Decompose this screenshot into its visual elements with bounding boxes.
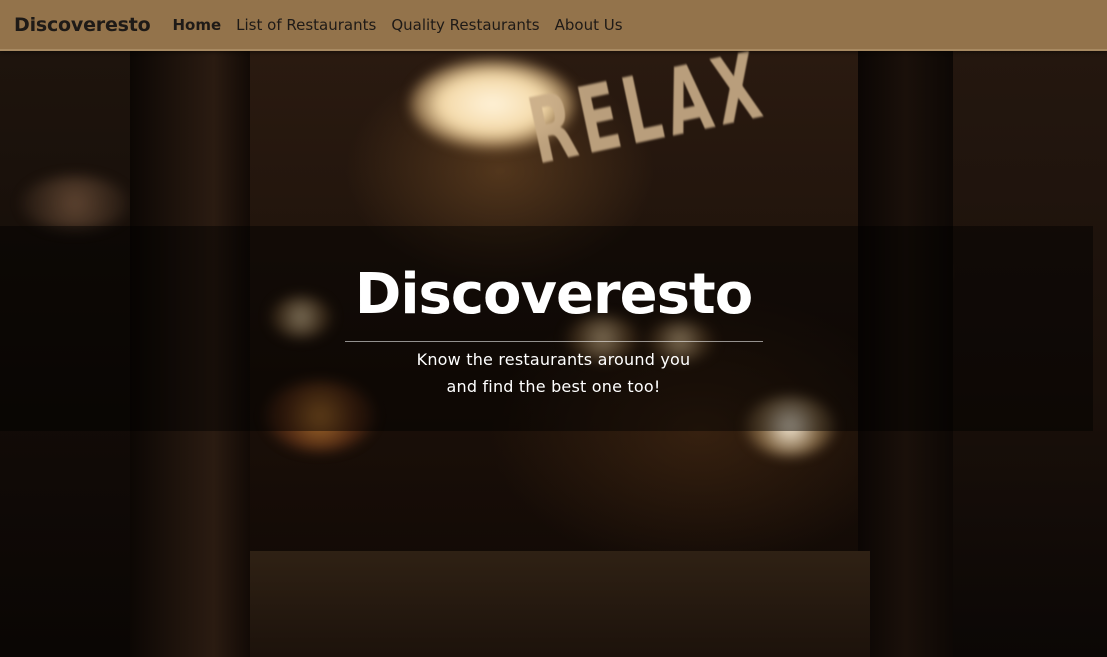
brand-logo-text[interactable]: Discoveresto	[14, 14, 151, 36]
bar-counter	[250, 551, 870, 657]
hero-divider	[345, 341, 763, 342]
hero-subtitle: Know the restaurants around you and find…	[0, 346, 1107, 400]
nav-link-quality-restaurants[interactable]: Quality Restaurants	[391, 16, 539, 34]
light-bokeh	[20, 176, 130, 231]
hero-overlay-band	[0, 226, 1093, 431]
hero-subtitle-line-2: and find the best one too!	[446, 377, 661, 396]
nav-link-home[interactable]: Home	[172, 16, 221, 34]
hero-title: Discoveresto	[354, 262, 753, 327]
nav-link-list-of-restaurants[interactable]: List of Restaurants	[236, 16, 376, 34]
hero-subtitle-line-1: Know the restaurants around you	[416, 350, 691, 369]
top-navbar: Discoveresto Home List of Restaurants Qu…	[0, 0, 1107, 51]
nav-link-about-us[interactable]: About Us	[555, 16, 623, 34]
relax-wall-sign: RELAX	[520, 51, 776, 186]
